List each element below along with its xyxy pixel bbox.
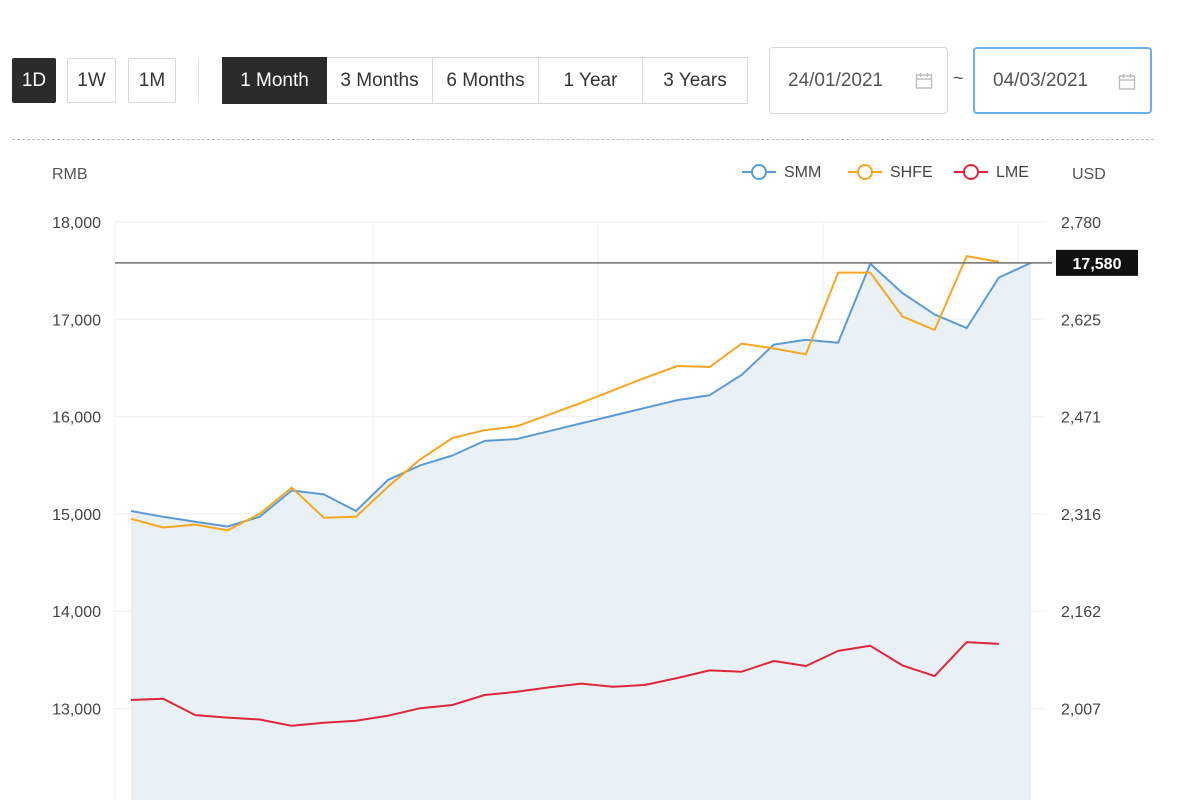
left-axis-tick: 13,000 (52, 702, 101, 719)
left-axis-label: RMB (52, 166, 88, 183)
right-axis-label: USD (1072, 166, 1106, 183)
legend-marker-icon (857, 164, 873, 180)
legend-marker-icon (963, 164, 979, 180)
right-axis-tick: 2,162 (1061, 604, 1101, 621)
right-axis-tick: 2,625 (1061, 312, 1101, 329)
right-axis-tick: 2,007 (1061, 702, 1101, 719)
legend-label: SMM (784, 164, 821, 181)
right-axis-tick: 2,471 (1061, 410, 1101, 427)
legend-label: LME (996, 164, 1029, 181)
left-axis-tick: 17,000 (52, 312, 101, 329)
price-chart[interactable]: SMMmetal.com17,58018,00017,00016,00015,0… (0, 0, 1200, 800)
current-price-value: 17,580 (1073, 256, 1122, 273)
legend-item-smm[interactable]: SMM (742, 164, 821, 181)
right-axis-tick: 2,780 (1061, 215, 1101, 232)
legend-item-shfe[interactable]: SHFE (848, 164, 933, 181)
legend-marker-icon (751, 164, 767, 180)
legend-item-lme[interactable]: LME (954, 164, 1029, 181)
legend-label: SHFE (890, 164, 933, 181)
left-axis-tick: 16,000 (52, 410, 101, 427)
left-axis-tick: 18,000 (52, 215, 101, 232)
current-price-tag: 17,580 (1056, 249, 1138, 276)
legend: SMM SHFE LME (742, 164, 1029, 181)
left-axis-tick: 15,000 (52, 507, 101, 524)
left-axis-tick: 14,000 (52, 604, 101, 621)
series-area-smm (131, 262, 1031, 800)
right-axis-tick: 2,316 (1061, 507, 1101, 524)
